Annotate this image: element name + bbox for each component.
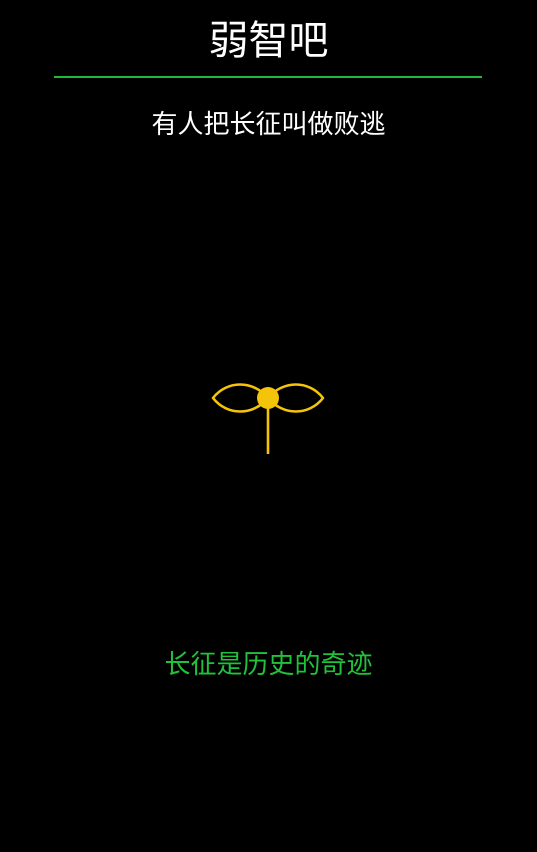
page-title: 弱智吧 xyxy=(208,18,329,64)
sprout-icon xyxy=(211,383,325,454)
answer-text: 长征是历史的奇迹 xyxy=(164,650,373,680)
title-divider xyxy=(54,76,482,78)
question-text: 有人把长征叫做败逃 xyxy=(151,110,386,140)
